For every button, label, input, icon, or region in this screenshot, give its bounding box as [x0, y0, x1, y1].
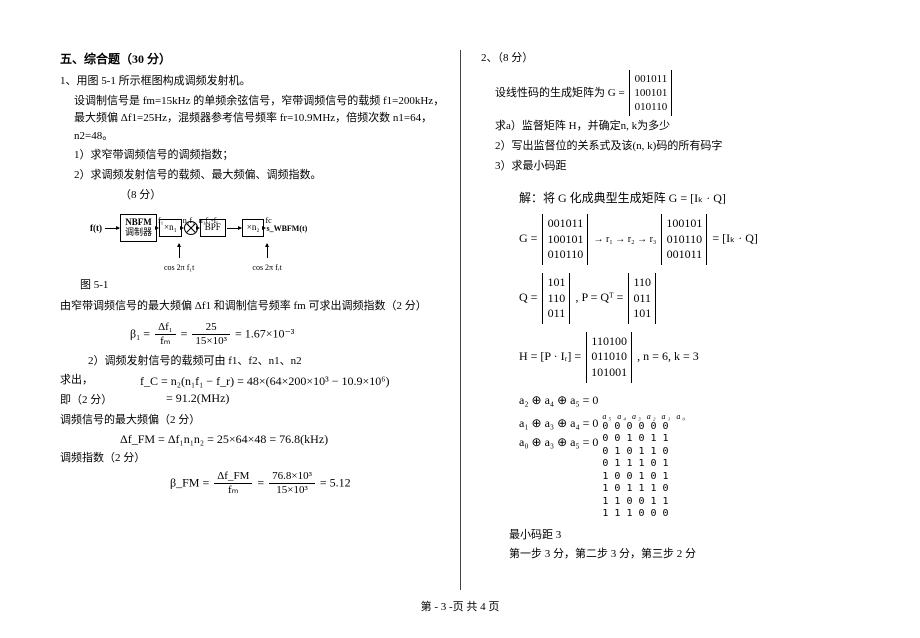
- table-header: a₅ a₄ a₃ a₂ a₁ a₀: [602, 412, 687, 421]
- q2-b3: 3）求最小码距: [481, 158, 860, 176]
- q2-title: 2、（8 分）: [481, 50, 860, 68]
- arrow-icon: [105, 228, 119, 229]
- q-p-matrices: Q = 101 110 011 , P = Qᵀ = 110 011 101: [519, 273, 860, 324]
- rel3: a₀ ⊕ a₃ ⊕ a₅ = 0: [519, 435, 598, 450]
- eq3: Δf_FM = Δf₁n₁n₂ = 25×64×48 = 76.8(kHz): [120, 432, 450, 447]
- figure-label: 图 5-1: [80, 276, 450, 292]
- rel2: a₁ ⊕ a₃ ⊕ a₄ = 0: [519, 416, 598, 431]
- q2-desc: 设线性码的生成矩阵为 G = 001011 100101 010110: [481, 70, 860, 117]
- table-row: 100101: [602, 471, 687, 484]
- arrow-up-icon: [267, 244, 268, 258]
- nbfm-box-l2: 调制器: [125, 228, 152, 238]
- q1-desc: 设调制信号是 fm=15kHz 的单频余弦信号，窄带调频信号的载频 f1=200…: [60, 93, 450, 146]
- sol2-intro: 解：将 G 化成典型生成矩阵 G = [Iₖ · Q]: [519, 189, 860, 206]
- q1-bullet-1: 1）求窄带调频信号的调频指数；: [60, 147, 450, 165]
- right-column: 2、（8 分） 设线性码的生成矩阵为 G = 001011 100101 010…: [460, 50, 860, 590]
- eq2-line2: = 91.2(MHz): [166, 391, 389, 406]
- sol2-label1: 求出，: [60, 372, 110, 390]
- grading: 第一步 3 分，第二步 3 分，第三步 2 分: [481, 546, 860, 564]
- page-footer: 第 - 3 -页 共 4 页: [0, 598, 920, 614]
- q1-bullet-2: 2）求调频发射信号的载频、最大频偏、调频指数。: [60, 167, 450, 185]
- table-row: 000000: [602, 421, 687, 434]
- mult-n2-box: ×n₂: [242, 219, 265, 237]
- osc1-label: cos 2π f₁t: [164, 263, 194, 272]
- sol2-label2: 即（2 分）: [60, 392, 110, 410]
- table-row: 010110: [602, 446, 687, 459]
- q2-b1: 求a）监督矩阵 H，并确定n, k为多少: [481, 118, 860, 136]
- q1-points: （8 分）: [60, 187, 450, 205]
- diagram-output: s_WBFM(t): [266, 224, 307, 233]
- eq4: β_FM = Δf_FMfₘ = 76.8×10³15×10³ = 5.12: [170, 471, 450, 496]
- g-matrix: 001011 100101 010110: [629, 70, 672, 117]
- eq2-line1: f_C = n₂(n₁f₁ − f_r) = 48×(64×200×10³ − …: [140, 374, 389, 389]
- table-row: 111000: [602, 508, 687, 521]
- sol2-text: 2）调频发射信号的载频可由 f1、f2、n1、n2: [60, 353, 450, 371]
- table-row: 001011: [602, 433, 687, 446]
- codeword-table: 000000 001011 010110 011101 100101 10111…: [602, 421, 687, 521]
- block-diagram: f(t) NBFM 调制器 f₁β₁ ×n₁ n₁f₁ n₁f₁-fᵣ: [90, 214, 450, 272]
- q1-title: 1、用图 5-1 所示框图构成调频发射机。: [60, 73, 450, 91]
- rel1: a₂ ⊕ a₄ ⊕ a₅ = 0: [519, 393, 860, 408]
- section-heading: 五、综合题（30 分）: [60, 50, 450, 67]
- diagram-input: f(t): [90, 223, 102, 233]
- table-row: 011101: [602, 458, 687, 471]
- sol1-text: 由窄带调频信号的最大频偏 Δf1 和调制信号频率 fm 可求出调频指数（2 分）: [60, 298, 450, 316]
- h-matrix-eq: H = [P · Iᵣ] = 110100 011010 101001 , n …: [519, 332, 860, 383]
- arrow-icon: [227, 228, 241, 229]
- eq1: β₁ = Δf₁fₘ = 2515×10³ = 1.67×10⁻³: [130, 322, 450, 347]
- sol4-text: 调频指数（2 分）: [60, 450, 450, 468]
- sol3-text: 调频信号的最大频偏（2 分）: [60, 412, 450, 430]
- left-column: 五、综合题（30 分） 1、用图 5-1 所示框图构成调频发射机。 设调制信号是…: [60, 50, 460, 590]
- arrow-up-icon: [179, 244, 180, 258]
- q2-b2: 2）写出监督位的关系式及该(n, k)码的所有码字: [481, 138, 860, 156]
- min-dist: 最小码距 3: [481, 527, 860, 545]
- g-transform: G = 001011 100101 010110 → r₁ → r₂ → r₃ …: [519, 214, 860, 265]
- osc2-label: cos 2π fᵣt: [252, 263, 281, 272]
- table-row: 110011: [602, 496, 687, 509]
- table-row: 101110: [602, 483, 687, 496]
- nbfm-box: NBFM 调制器: [120, 214, 157, 242]
